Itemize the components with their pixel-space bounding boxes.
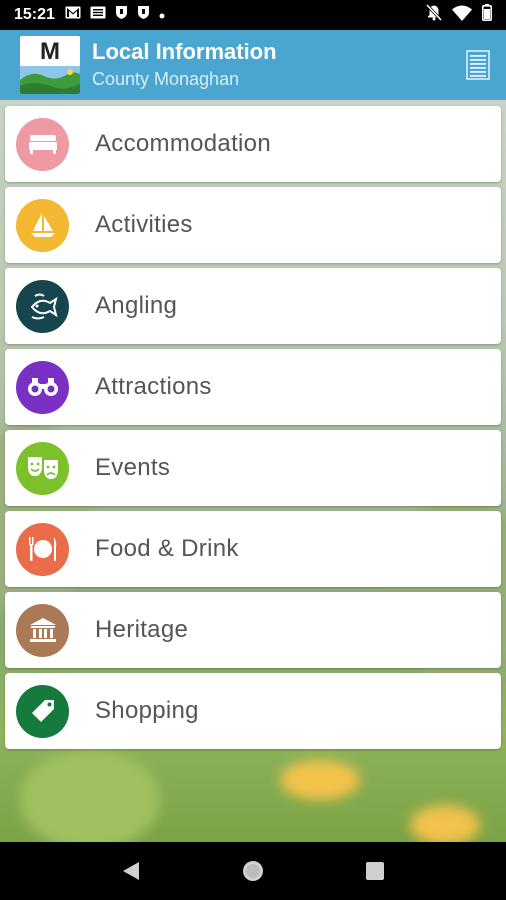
background-flower [410, 805, 480, 842]
shield-icon [115, 5, 128, 25]
menu-item-label: Attractions [95, 373, 212, 400]
menu-item-label: Food & Drink [95, 535, 239, 562]
main-content[interactable]: Accommodation Activities Angling Attract… [0, 100, 506, 842]
museum-icon [16, 603, 69, 657]
back-icon[interactable] [111, 851, 151, 891]
tag-icon [16, 684, 69, 738]
background-flower [280, 760, 360, 800]
wifi-icon [452, 5, 472, 26]
menu-item-label: Angling [95, 292, 178, 319]
sailboat-icon [16, 198, 69, 252]
recents-icon[interactable] [355, 851, 395, 891]
binoculars-icon [16, 360, 69, 414]
menu-item-label: Shopping [95, 697, 199, 724]
status-time: 15:21 [14, 6, 55, 23]
menu-item-attractions[interactable]: Attractions [5, 349, 501, 425]
menu-item-label: Events [95, 454, 171, 481]
menu-item-angling[interactable]: Angling [5, 268, 501, 344]
logo-letter: M [40, 38, 60, 65]
menu-item-label: Activities [95, 211, 193, 238]
menu-item-label: Accommodation [95, 130, 271, 157]
menu-item-label: Heritage [95, 616, 189, 643]
menu-item-shopping[interactable]: Shopping [5, 673, 501, 749]
dot-icon [159, 6, 165, 24]
menu-item-activities[interactable]: Activities [5, 187, 501, 263]
status-bar: 15:21 [0, 0, 506, 30]
cutlery-icon [16, 522, 69, 576]
battery-icon [482, 4, 492, 26]
voicemail-icon [90, 6, 106, 24]
app-title: Local Information [92, 39, 277, 64]
shield-icon [137, 5, 150, 25]
menu-item-events[interactable]: Events [5, 430, 501, 506]
notifications-off-icon [425, 3, 443, 26]
navigation-bar [0, 842, 506, 900]
bed-icon [16, 117, 69, 171]
app-logo: M [20, 36, 80, 94]
app-subtitle: County Monaghan [92, 69, 240, 89]
menu-item-heritage[interactable]: Heritage [5, 592, 501, 668]
menu-item-accommodation[interactable]: Accommodation [5, 106, 501, 182]
home-icon[interactable] [233, 851, 273, 891]
gmail-icon [65, 6, 81, 24]
background-foliage [20, 750, 160, 842]
fish-icon [16, 279, 69, 333]
theatre-masks-icon [16, 441, 69, 495]
list-icon[interactable] [466, 50, 490, 80]
app-bar: M Local Information County Monaghan [0, 30, 506, 100]
menu-item-food-drink[interactable]: Food & Drink [5, 511, 501, 587]
category-list: Accommodation Activities Angling Attract… [5, 106, 501, 754]
